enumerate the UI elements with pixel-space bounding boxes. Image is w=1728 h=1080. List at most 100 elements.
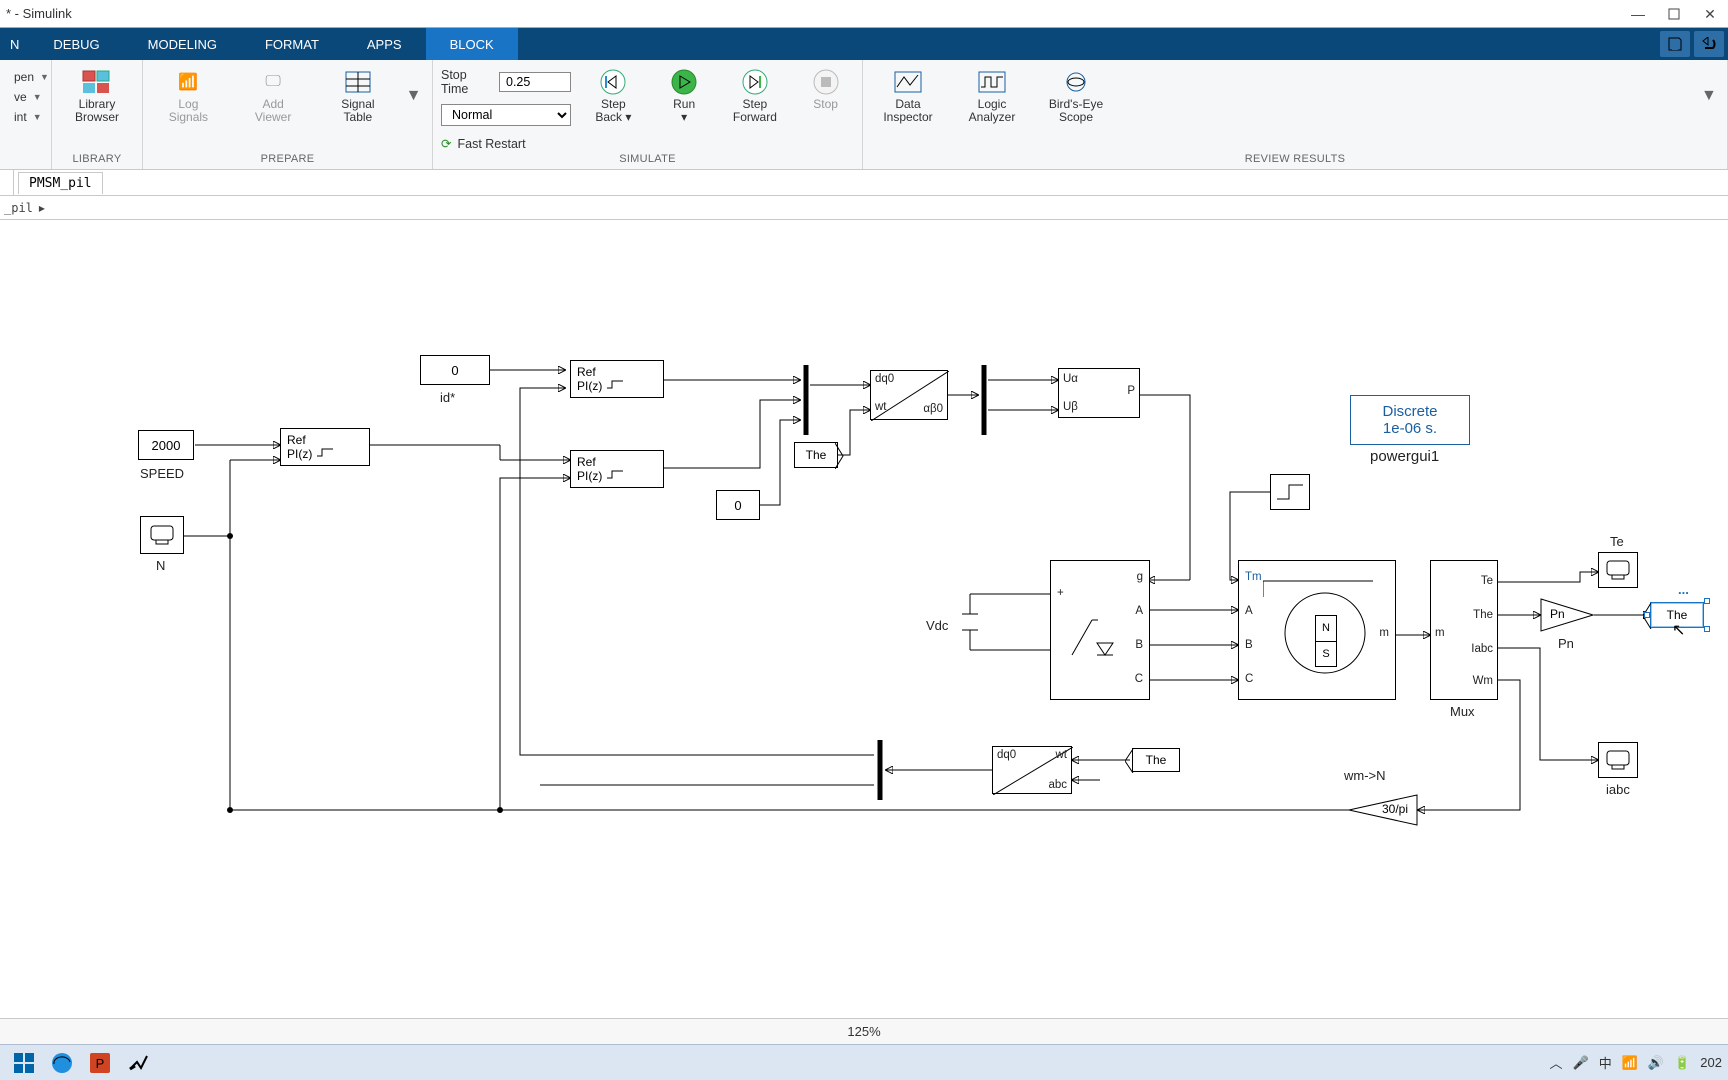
powergui-block[interactable]: Discrete 1e-06 s. [1350, 395, 1470, 445]
stop-icon [809, 68, 843, 96]
svpwm-block[interactable]: Uα Uβ P [1058, 368, 1140, 418]
taskbar-powerpoint-icon[interactable]: P [82, 1049, 118, 1077]
chevron-right-icon: ▸ [39, 201, 45, 215]
fast-restart-icon: ⟳ [441, 136, 451, 151]
breadcrumb[interactable]: _pil▸ [0, 196, 1728, 220]
play-icon [667, 68, 701, 96]
scope-icon [1059, 68, 1093, 96]
model-tab[interactable]: PMSM_pil [18, 172, 103, 194]
logic-analyzer-button[interactable]: LogicAnalyzer [955, 64, 1029, 128]
window-minimize-button[interactable]: — [1620, 0, 1656, 28]
wifi-icon: 📶 [171, 68, 205, 96]
pi-iq-block[interactable]: Ref PI(z) [570, 450, 664, 488]
step-back-icon [596, 68, 630, 96]
taskbar-edge-icon[interactable] [44, 1049, 80, 1077]
scope-n-label: N [156, 558, 165, 573]
abc-to-dq0-block[interactable]: dq0 wt abc [992, 746, 1072, 794]
tab-modeling[interactable]: MODELING [124, 28, 241, 60]
stop-time-label: Stop Time [441, 68, 491, 96]
ribbon: pen▼ ve▼ int▼ LibraryBrowser LIBRARY 📶 L… [0, 60, 1728, 170]
from-the-block[interactable]: The [794, 442, 838, 468]
wmn-text: wm->N [1344, 768, 1386, 783]
pi-speed-block[interactable]: Ref PI(z) [280, 428, 370, 466]
window-title: * - Simulink [6, 6, 72, 21]
fast-restart-button[interactable]: ⟳ Fast Restart [441, 132, 571, 151]
te-label: Te [1610, 534, 1624, 549]
step-forward-icon [738, 68, 772, 96]
pi-id-block[interactable]: Ref PI(z) [570, 360, 664, 398]
run-button[interactable]: Run▾ [656, 64, 713, 151]
idref-label: id* [440, 390, 455, 405]
model-canvas[interactable]: 2000 SPEED 0 id* N Ref PI(z) Ref PI(z) R… [0, 220, 1728, 980]
group-prepare-label: PREPARE [151, 151, 424, 169]
tray-volume-icon[interactable]: 🔊 [1648, 1055, 1664, 1071]
speed-label: SPEED [140, 466, 184, 481]
log-signals-button[interactable]: 📶 LogSignals [151, 64, 225, 128]
qa-save-button[interactable] [1660, 31, 1690, 57]
library-icon [80, 68, 114, 96]
add-viewer-button[interactable]: 🖵 AddViewer [236, 64, 310, 128]
table-icon [341, 68, 375, 96]
window-titlebar: * - Simulink — ✕ [0, 0, 1728, 28]
model-tab-bar: PMSM_pil [0, 170, 1728, 196]
window-maximize-button[interactable] [1656, 0, 1692, 28]
logic-icon [975, 68, 1009, 96]
pn-gain-block[interactable]: Pn [1540, 598, 1594, 632]
step-forward-button[interactable]: StepForward [727, 64, 784, 151]
inverter-block[interactable]: g + A B C [1050, 560, 1150, 700]
pmsm-block[interactable]: Tm A B C m N S [1238, 560, 1396, 700]
qa-undo-button[interactable] [1694, 31, 1724, 57]
group-simulate-label: SIMULATE [441, 151, 854, 169]
block-actions-ellipsis[interactable]: ... [1678, 582, 1689, 597]
speed-constant-block[interactable]: 2000 [138, 430, 194, 460]
step-back-button[interactable]: StepBack ▾ [585, 64, 642, 151]
signal-table-button[interactable]: SignalTable [321, 64, 395, 128]
tray-mic-icon[interactable]: 🎤 [1573, 1055, 1589, 1071]
tray-wifi-icon[interactable]: 📶 [1622, 1055, 1638, 1071]
viewer-icon: 🖵 [256, 68, 290, 96]
tab-debug[interactable]: DEBUG [29, 28, 123, 60]
goto-the-block[interactable]: The [1650, 602, 1704, 628]
birdseye-scope-button[interactable]: Bird's-EyeScope [1039, 64, 1113, 128]
stop-time-input[interactable] [499, 72, 571, 92]
windows-taskbar: P ︿ 🎤 中 📶 🔊 🔋 202 [0, 1044, 1728, 1080]
taskbar-start-button[interactable] [6, 1049, 42, 1077]
iabc-label: iabc [1606, 782, 1630, 797]
vdc-label: Vdc [926, 618, 948, 633]
data-inspector-button[interactable]: DataInspector [871, 64, 945, 128]
tray-clock[interactable]: 202 [1700, 1055, 1722, 1070]
step-block[interactable] [1270, 474, 1310, 510]
scope-te[interactable] [1598, 552, 1638, 588]
tray-battery-icon[interactable]: 🔋 [1674, 1055, 1690, 1071]
library-browser-button[interactable]: LibraryBrowser [60, 64, 134, 128]
review-expand-button[interactable]: ▼ [1701, 64, 1719, 128]
powergui-label: powergui1 [1370, 448, 1439, 465]
chart-icon [891, 68, 925, 96]
tray-chevron-icon[interactable]: ︿ [1550, 1053, 1563, 1072]
tab-n[interactable]: N [0, 28, 29, 60]
idref-constant-block[interactable]: 0 [420, 355, 490, 385]
group-review-label: REVIEW RESULTS [871, 151, 1719, 169]
svg-text:P: P [96, 1056, 105, 1071]
tab-apps[interactable]: APPS [343, 28, 426, 60]
tab-block[interactable]: BLOCK [426, 28, 518, 60]
sim-mode-select[interactable]: Normal [441, 104, 571, 126]
toolstrip-tabbar: N DEBUG MODELING FORMAT APPS BLOCK [0, 28, 1728, 60]
scope-n[interactable] [140, 516, 184, 554]
pn-label: Pn [1558, 636, 1574, 651]
from-the2-block[interactable]: The [1132, 748, 1180, 772]
stop-button[interactable]: Stop [797, 64, 854, 151]
tray-ime-indicator[interactable]: 中 [1599, 1053, 1612, 1072]
gain-30pi-block[interactable]: 30/pi [1348, 794, 1418, 826]
tab-format[interactable]: FORMAT [241, 28, 343, 60]
dq0-to-ab0-block[interactable]: dq0 wt αβ0 [870, 370, 948, 420]
bus-selector-block[interactable]: m Te The Iabc Wm [1430, 560, 1498, 700]
prepare-expand-button[interactable]: ▼ [406, 64, 424, 128]
status-bar: 125% [0, 1018, 1728, 1044]
group-library-label: LIBRARY [60, 151, 134, 169]
window-close-button[interactable]: ✕ [1692, 0, 1728, 28]
zoom-level[interactable]: 125% [847, 1024, 880, 1039]
zero-constant-block[interactable]: 0 [716, 490, 760, 520]
taskbar-matlab-icon[interactable] [120, 1049, 156, 1077]
scope-iabc[interactable] [1598, 742, 1638, 778]
